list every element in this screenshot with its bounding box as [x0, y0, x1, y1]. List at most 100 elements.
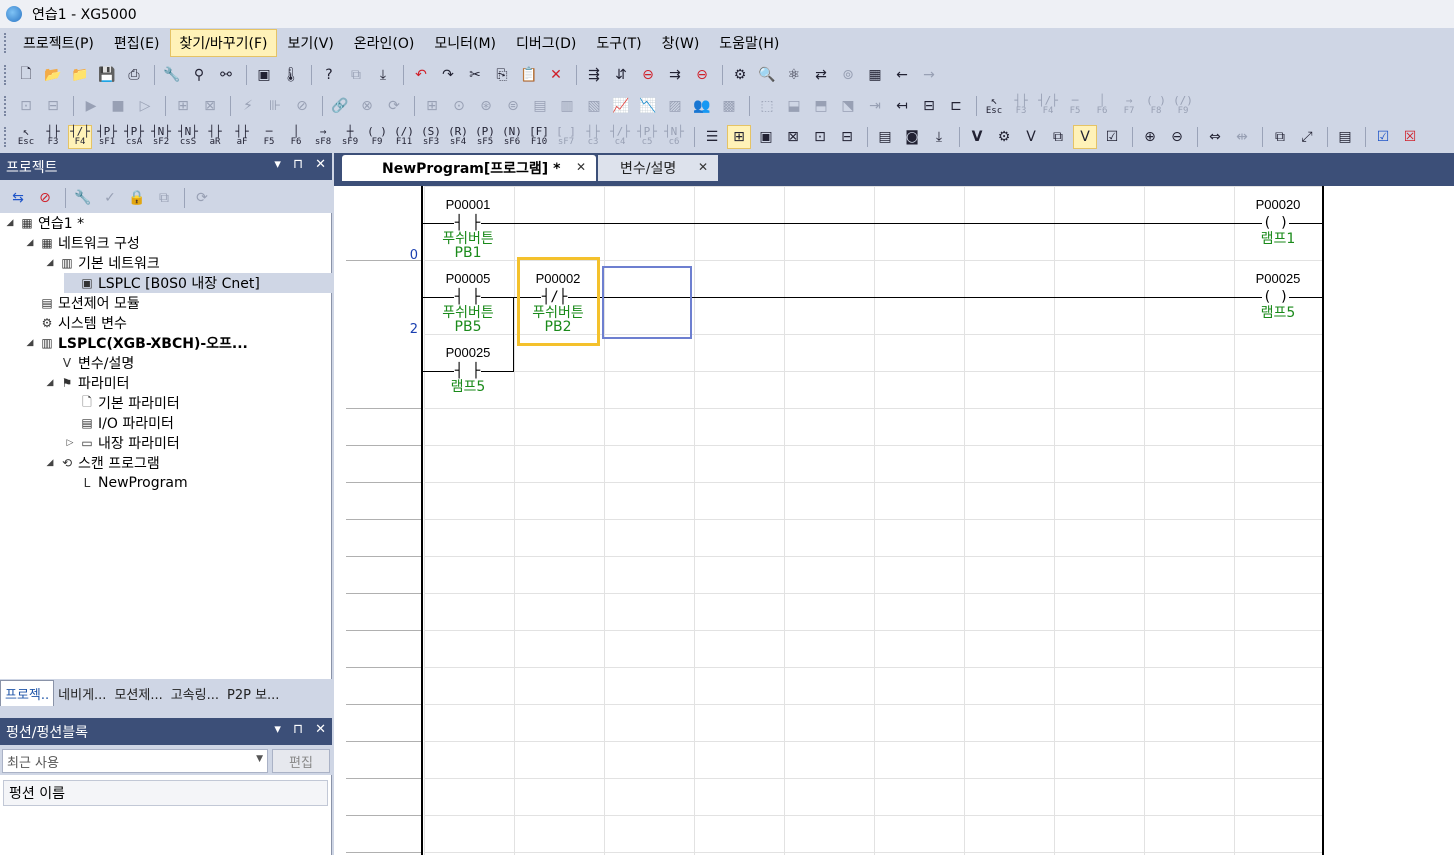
fn-panel-pin-icon[interactable]: ⊓ [293, 722, 303, 737]
ladder-key-esc-icon[interactable]: ↖ Esc [14, 125, 38, 149]
view-device-icon[interactable]: ▣ [754, 125, 778, 149]
ladder-key-css-icon[interactable]: ┤N├ csS [176, 125, 200, 149]
module-icon[interactable]: ▩ [717, 94, 741, 118]
project-check-icon[interactable]: ✓ [98, 186, 122, 210]
esc-key-icon[interactable]: ↖ Esc [982, 94, 1006, 118]
panel-pin-icon[interactable]: ⊓ [293, 157, 303, 172]
function-filter-select[interactable]: 최근 사용 ▼ [2, 749, 268, 773]
save-icon[interactable]: 💾 [95, 63, 119, 87]
fullscreen-icon[interactable]: ⤢ [1295, 125, 1319, 149]
open-plc-icon[interactable]: 📁 [68, 63, 92, 87]
variable-view-icon[interactable]: V [1019, 125, 1043, 149]
trend-monitor-icon[interactable]: ▥ [555, 94, 579, 118]
delete-icon[interactable]: ✕ [544, 63, 568, 87]
monitor-start-icon[interactable]: ▣ [252, 63, 276, 87]
tree-item[interactable]: ◢ ⟲ 스캔 프로그램 [44, 453, 160, 473]
tab-motion[interactable]: 모션제... [110, 681, 166, 706]
tree-expander-icon[interactable]: ◢ [24, 238, 36, 248]
tab-close-icon[interactable]: ✕ [698, 160, 708, 174]
cut-icon[interactable]: ✂ [463, 63, 487, 87]
panel-dropdown-icon[interactable]: ▾ [274, 157, 281, 172]
ladder-key-sf1-icon[interactable]: ┤P├ sF1 [95, 125, 119, 149]
write-online-icon[interactable]: ⤓ [927, 125, 951, 149]
ladder-key-c6-icon[interactable]: ┤N├ c6 [662, 125, 686, 149]
new-file-icon[interactable]: 🗋 [14, 63, 38, 87]
device-monitor-icon[interactable]: ⊜ [501, 94, 525, 118]
tab-high-speed-link[interactable]: 고속링... [167, 681, 223, 706]
ladder-key-sf9-icon[interactable]: ┼ sF9 [338, 125, 362, 149]
tree-expander-icon[interactable]: ◢ [44, 258, 56, 268]
ladder-key-f3-icon[interactable]: ┤├ F3 [41, 125, 65, 149]
no-contact-symbol[interactable]: ┤ ├ [454, 216, 482, 230]
menu-window[interactable]: 창(W) [653, 29, 709, 57]
variable-list-icon[interactable]: ⧉ [1046, 125, 1070, 149]
online-connect-icon[interactable]: ⊡ [14, 94, 38, 118]
io-skip-icon[interactable]: ⊪ [263, 94, 287, 118]
open-file-icon[interactable]: 📂 [41, 63, 65, 87]
breakpoint-icon[interactable]: ↤ [890, 94, 914, 118]
chart-icon[interactable]: 📈 [609, 94, 633, 118]
tree-item[interactable]: ⚙ 시스템 변수 [24, 313, 127, 333]
chip-icon[interactable]: ⚙ [992, 125, 1016, 149]
no-contact-symbol[interactable]: ┤ ├ [454, 290, 482, 304]
online-write-icon[interactable]: ⊟ [41, 94, 65, 118]
close-box-icon[interactable]: ☒ [1398, 125, 1422, 149]
view-comment-icon[interactable]: ⊠ [781, 125, 805, 149]
breakpoint-list-icon[interactable]: ⊟ [917, 94, 941, 118]
insert-row-icon[interactable]: ⇵ [609, 63, 633, 87]
chart-alt-icon[interactable]: 📉 [636, 94, 660, 118]
tree-item[interactable]: ◢ ▥ LSPLC(XGB-XBCH)-오프... [24, 333, 248, 353]
step-in-icon[interactable]: ⬒ [809, 94, 833, 118]
online-edit-icon[interactable]: ◙ [900, 125, 924, 149]
menu-online[interactable]: 온라인(O) [345, 29, 424, 57]
debug-start-icon[interactable]: ⬚ [755, 94, 779, 118]
view-mixed-icon[interactable]: ⊡ [808, 125, 832, 149]
coil-symbol[interactable]: ( ) [1262, 216, 1290, 230]
cross-reference-icon[interactable]: ▦ [863, 63, 887, 87]
connect-project-icon[interactable]: ⇆ [6, 186, 30, 210]
plc-info-icon[interactable]: ⊞ [171, 94, 195, 118]
delete-rung-icon[interactable]: ⊖ [636, 63, 660, 87]
ladder-key-af-icon[interactable]: ┤├ aF [230, 125, 254, 149]
ladder-key-sf2-icon[interactable]: ┤N├ sF2 [149, 125, 173, 149]
menu-monitor[interactable]: 모니터(M) [425, 29, 505, 57]
coil-symbol[interactable]: ( ) [1262, 290, 1290, 304]
project-lock-icon[interactable]: 🔒 [125, 186, 149, 210]
message-icon[interactable]: ▤ [1333, 125, 1357, 149]
disconnect-project-icon[interactable]: ⊘ [33, 186, 57, 210]
step-over-icon[interactable]: ⬓ [782, 94, 806, 118]
tab-new-program[interactable]: NewProgram[프로그램] * ✕ [342, 155, 596, 181]
view-full-icon[interactable]: ⊟ [835, 125, 859, 149]
replace-icon[interactable]: ⇄ [809, 63, 833, 87]
tab-variables[interactable]: 변수/설명 ✕ [598, 155, 718, 181]
tab-navigator[interactable]: 네비게... [54, 681, 110, 706]
ladder-key-f4-icon[interactable]: ┤/├ F4 [68, 124, 92, 149]
ladder-key-c4-icon[interactable]: ┤/├ c4 [608, 125, 632, 149]
copy-project-icon[interactable]: ⧉ [344, 63, 368, 87]
tree-item[interactable]: ▣ LSPLC [B0S0 내장 Cnet] [64, 273, 332, 293]
system-monitor-icon[interactable]: ⊛ [474, 94, 498, 118]
help-icon[interactable]: ? [317, 63, 341, 87]
ladder-key-sf3-icon[interactable]: (S) sF3 [419, 125, 443, 149]
insert-column-icon[interactable]: ⇉ [663, 63, 687, 87]
ladder-key-sf7-icon[interactable]: [ ] sF7 [554, 125, 578, 149]
connect-icon[interactable]: ⚲ [187, 63, 211, 87]
ladder-key-f5-icon[interactable]: ─ F5 [257, 125, 281, 149]
menu-view[interactable]: 보기(V) [279, 29, 343, 57]
f6-key-icon[interactable]: │ F6 [1090, 94, 1114, 118]
tree-expander-icon[interactable]: ◢ [44, 458, 56, 468]
view-list-icon[interactable]: ☰ [700, 125, 724, 149]
monitor-pause-icon[interactable]: ⊙ [447, 94, 471, 118]
menu-debug[interactable]: 디버그(D) [507, 29, 585, 57]
ladder-key-sf6-icon[interactable]: (N) sF6 [500, 125, 524, 149]
ladder-key-f10-icon[interactable]: [F] F10 [527, 125, 551, 149]
ladder-key-c5-icon[interactable]: ┤P├ c5 [635, 125, 659, 149]
thermometer-icon[interactable]: 🌡 [279, 63, 303, 87]
force-io-icon[interactable]: ⚡ [236, 94, 260, 118]
ladder-key-c3-icon[interactable]: ┤├ c3 [581, 125, 605, 149]
ladder-key-ar-icon[interactable]: ┤├ aR [203, 125, 227, 149]
expand-columns-icon[interactable]: ⇔ [1203, 125, 1227, 149]
menu-project[interactable]: 프로젝트(P) [14, 29, 103, 57]
goto-cursor-icon[interactable]: ⇥ [863, 94, 887, 118]
fault-mask-icon[interactable]: ⊘ [290, 94, 314, 118]
